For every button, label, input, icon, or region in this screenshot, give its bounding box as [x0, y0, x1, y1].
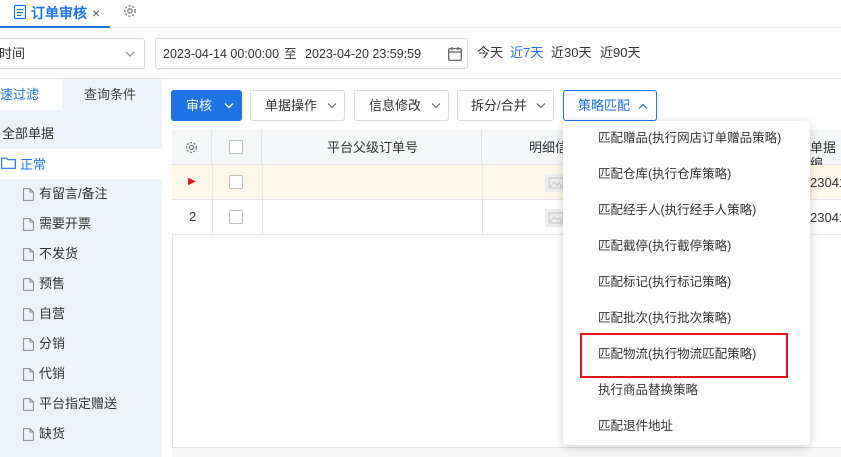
highlight-box — [580, 333, 788, 378]
row-checkbox[interactable] — [229, 210, 243, 224]
quick-range-today[interactable]: 今天 — [477, 44, 503, 62]
audit-button[interactable]: 审核 — [171, 90, 242, 121]
document-icon — [23, 338, 34, 351]
document-icon — [23, 398, 34, 411]
strategy-menu-item[interactable]: 执行商品替换策略 — [598, 382, 698, 398]
tab-quick-filter-label: 速过滤 — [0, 87, 40, 102]
current-row-marker: ▶ — [188, 176, 196, 187]
strategy-menu-item[interactable]: 匹配标记(执行标记策略) — [598, 274, 731, 290]
close-icon[interactable]: × — [92, 4, 100, 22]
split-merge-label: 拆分/合并 — [471, 98, 527, 113]
gear-icon[interactable] — [122, 3, 138, 19]
chevron-down-icon — [224, 103, 234, 109]
time-field-select[interactable]: 时间 — [0, 38, 145, 69]
tree-item-normal-label: 正常 — [20, 157, 47, 172]
row-number: 2 — [189, 209, 197, 224]
tab-query-conditions[interactable]: 查询条件 — [62, 79, 162, 110]
tree-item-need-invoice[interactable]: 需要开票 — [39, 216, 91, 232]
column-settings-header[interactable] — [172, 130, 212, 165]
document-operations-button[interactable]: 单据操作 — [250, 90, 345, 121]
start-date: 2023-04-14 00:00:00 — [163, 47, 280, 61]
tree-item-leave-message[interactable]: 有留言/备注 — [39, 186, 108, 202]
strategy-menu-item[interactable]: 匹配退件地址 — [598, 418, 673, 434]
strategy-menu-item[interactable]: 匹配批次(执行批次策略) — [598, 310, 731, 326]
quick-range-30days[interactable]: 近30天 — [551, 44, 591, 62]
column-divider — [262, 165, 263, 235]
split-merge-button[interactable]: 拆分/合并 — [457, 90, 554, 121]
strategy-match-label: 策略匹配 — [578, 98, 631, 113]
tab-title: 订单审核 — [31, 5, 87, 21]
document-icon — [23, 368, 34, 381]
document-operations-label: 单据操作 — [265, 98, 318, 113]
chevron-down-icon — [536, 103, 546, 109]
column-header-label: 平台父级订单号 — [327, 140, 419, 155]
tab-bar: 订单审核 × — [0, 0, 841, 28]
strategy-menu-item[interactable]: 匹配赠品(执行网店订单赠品策略) — [598, 130, 781, 146]
strategy-match-menu: 匹配赠品(执行网店订单赠品策略) 匹配仓库(执行仓库策略) 匹配经手人(执行经手人策… — [563, 121, 810, 445]
folder-icon — [1, 157, 16, 169]
tab-order-audit[interactable]: 订单审核 × — [0, 0, 110, 28]
info-edit-label: 信息修改 — [369, 98, 422, 113]
strategy-match-button[interactable]: 策略匹配 — [563, 90, 657, 121]
tree-item-presale[interactable]: 预售 — [39, 276, 65, 292]
info-edit-button[interactable]: 信息修改 — [354, 90, 449, 121]
strategy-menu-item[interactable]: 匹配经手人(执行经手人策略) — [598, 202, 756, 218]
time-field-value: 时间 — [0, 46, 26, 61]
doc-no-cell: 23041 — [810, 175, 841, 190]
date-range-picker[interactable]: 2023-04-14 00:00:00 至 2023-04-20 23:59:5… — [155, 38, 468, 69]
chevron-up-icon — [638, 103, 648, 109]
strategy-menu-item[interactable]: 匹配截停(执行截停策略) — [598, 238, 731, 254]
column-divider — [212, 165, 213, 235]
tree-item-distribution[interactable]: 分销 — [39, 336, 65, 352]
audit-button-label: 审核 — [186, 98, 213, 113]
tree-item-no-ship[interactable]: 不发货 — [39, 246, 78, 262]
gear-icon[interactable] — [184, 140, 199, 155]
document-icon — [23, 188, 34, 201]
select-all-checkbox[interactable] — [229, 140, 243, 154]
tree-item-self-operated[interactable]: 自营 — [39, 306, 65, 322]
table-footer — [172, 447, 841, 457]
column-header-parent-order-no[interactable]: 平台父级订单号 — [262, 130, 482, 165]
document-icon — [23, 308, 34, 321]
chevron-down-icon — [327, 103, 337, 109]
document-icon — [23, 428, 34, 441]
quick-range-7days[interactable]: 近7天 — [510, 44, 543, 62]
chevron-down-icon — [431, 103, 441, 109]
doc-no-cell: 23041 — [810, 210, 841, 225]
select-all-header — [212, 130, 262, 165]
document-icon — [23, 278, 34, 291]
tree-root-all-documents[interactable]: 全部单据 — [2, 126, 54, 142]
quick-range-90days[interactable]: 近90天 — [600, 44, 640, 62]
tree-item-platform-gift[interactable]: 平台指定赠送 — [39, 396, 117, 412]
end-date: 2023-04-20 23:59:59 — [305, 47, 422, 61]
tree-item-out-of-stock[interactable]: 缺货 — [39, 426, 65, 442]
range-separator: 至 — [284, 47, 297, 61]
document-icon — [23, 218, 34, 231]
column-divider — [482, 165, 483, 235]
chevron-down-icon — [125, 51, 135, 57]
row-checkbox[interactable] — [229, 175, 243, 189]
tab-query-conditions-label: 查询条件 — [84, 87, 137, 102]
calendar-icon[interactable] — [448, 47, 462, 61]
tab-quick-filter[interactable]: 速过滤 — [0, 79, 62, 110]
strategy-menu-item[interactable]: 匹配仓库(执行仓库策略) — [598, 166, 731, 182]
document-icon — [23, 248, 34, 261]
tree-item-consignment[interactable]: 代销 — [39, 366, 65, 382]
document-icon — [14, 5, 26, 19]
